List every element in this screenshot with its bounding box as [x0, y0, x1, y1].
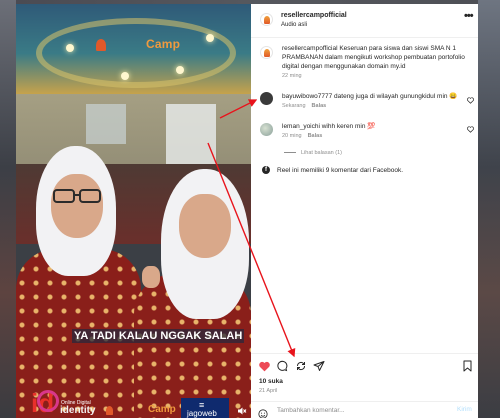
share-send-icon[interactable]	[312, 359, 326, 373]
backdrop-left-edge	[0, 0, 16, 418]
video-subtitle: YA TADI KALAU NGGAK SALAH	[72, 329, 245, 343]
facebook-comments-note: f Reel ini memiliki 9 komentar dari Faceb…	[262, 166, 403, 175]
repost-icon[interactable]	[294, 359, 308, 373]
speaker-muted-icon[interactable]	[237, 406, 247, 418]
comment-composer: Kirim	[251, 401, 478, 418]
like-heart-icon[interactable]	[257, 359, 271, 373]
comment-text: bayuwibowo7777 dateng juga di wilayah gu…	[282, 93, 458, 100]
account-username[interactable]: resellercampofficial	[281, 12, 347, 19]
jagoweb-logo: ≡ jagoweb	[181, 398, 229, 418]
bookmark-icon[interactable]	[460, 359, 474, 373]
reply-button[interactable]: Balas	[312, 103, 327, 109]
post-comment-button[interactable]: Kirim	[457, 406, 472, 413]
brand-top-text: Camp	[146, 37, 181, 51]
post-panel: resellercampofficial Audio asli ••• rese…	[251, 4, 478, 418]
comment-avatar[interactable]	[260, 92, 273, 105]
backdrop-right-edge	[478, 0, 500, 418]
comment-meta: 20 ming Balas	[282, 133, 322, 139]
view-replies-button[interactable]: Lihat balasan (1)	[284, 150, 342, 156]
caption-avatar[interactable]	[260, 46, 273, 59]
more-horizontal-icon[interactable]: •••	[464, 10, 474, 22]
brand-flame-icon-small	[106, 406, 113, 415]
comment-input[interactable]	[277, 405, 447, 416]
likes-count[interactable]: 10 suka	[259, 378, 283, 385]
post-header: resellercampofficial Audio asli •••	[251, 4, 478, 38]
brand-bottom-text: Camp	[148, 404, 176, 415]
account-avatar[interactable]	[260, 13, 273, 26]
post-date: 21 April	[259, 388, 278, 394]
audio-label[interactable]: Audio asli	[281, 22, 307, 28]
comment-bubble-icon[interactable]	[275, 359, 289, 373]
facebook-icon: f	[262, 166, 270, 175]
comment-avatar[interactable]	[260, 123, 273, 136]
reel-video[interactable]: Camp YA TADI KALAU NGGAK SALAH id Online…	[16, 4, 251, 418]
reply-button[interactable]: Balas	[308, 133, 323, 139]
comment-meta: Sekarang Balas	[282, 103, 326, 109]
emoji-smile-icon[interactable]	[258, 406, 268, 418]
scene-ceiling	[16, 4, 251, 94]
caption-timestamp: 22 ming	[282, 73, 302, 79]
post-caption: resellercampofficial Keseruan para siswa…	[282, 45, 465, 70]
post-actions	[251, 353, 478, 375]
comment-time: 20 ming	[282, 133, 302, 139]
comment-like-icon[interactable]	[467, 126, 474, 135]
comment-text: leman_yoichi wihh keren min 💯	[282, 123, 376, 130]
comment-time: Sekarang	[282, 103, 306, 109]
comment-like-icon[interactable]	[467, 97, 474, 106]
brand-flame-icon	[96, 39, 106, 51]
